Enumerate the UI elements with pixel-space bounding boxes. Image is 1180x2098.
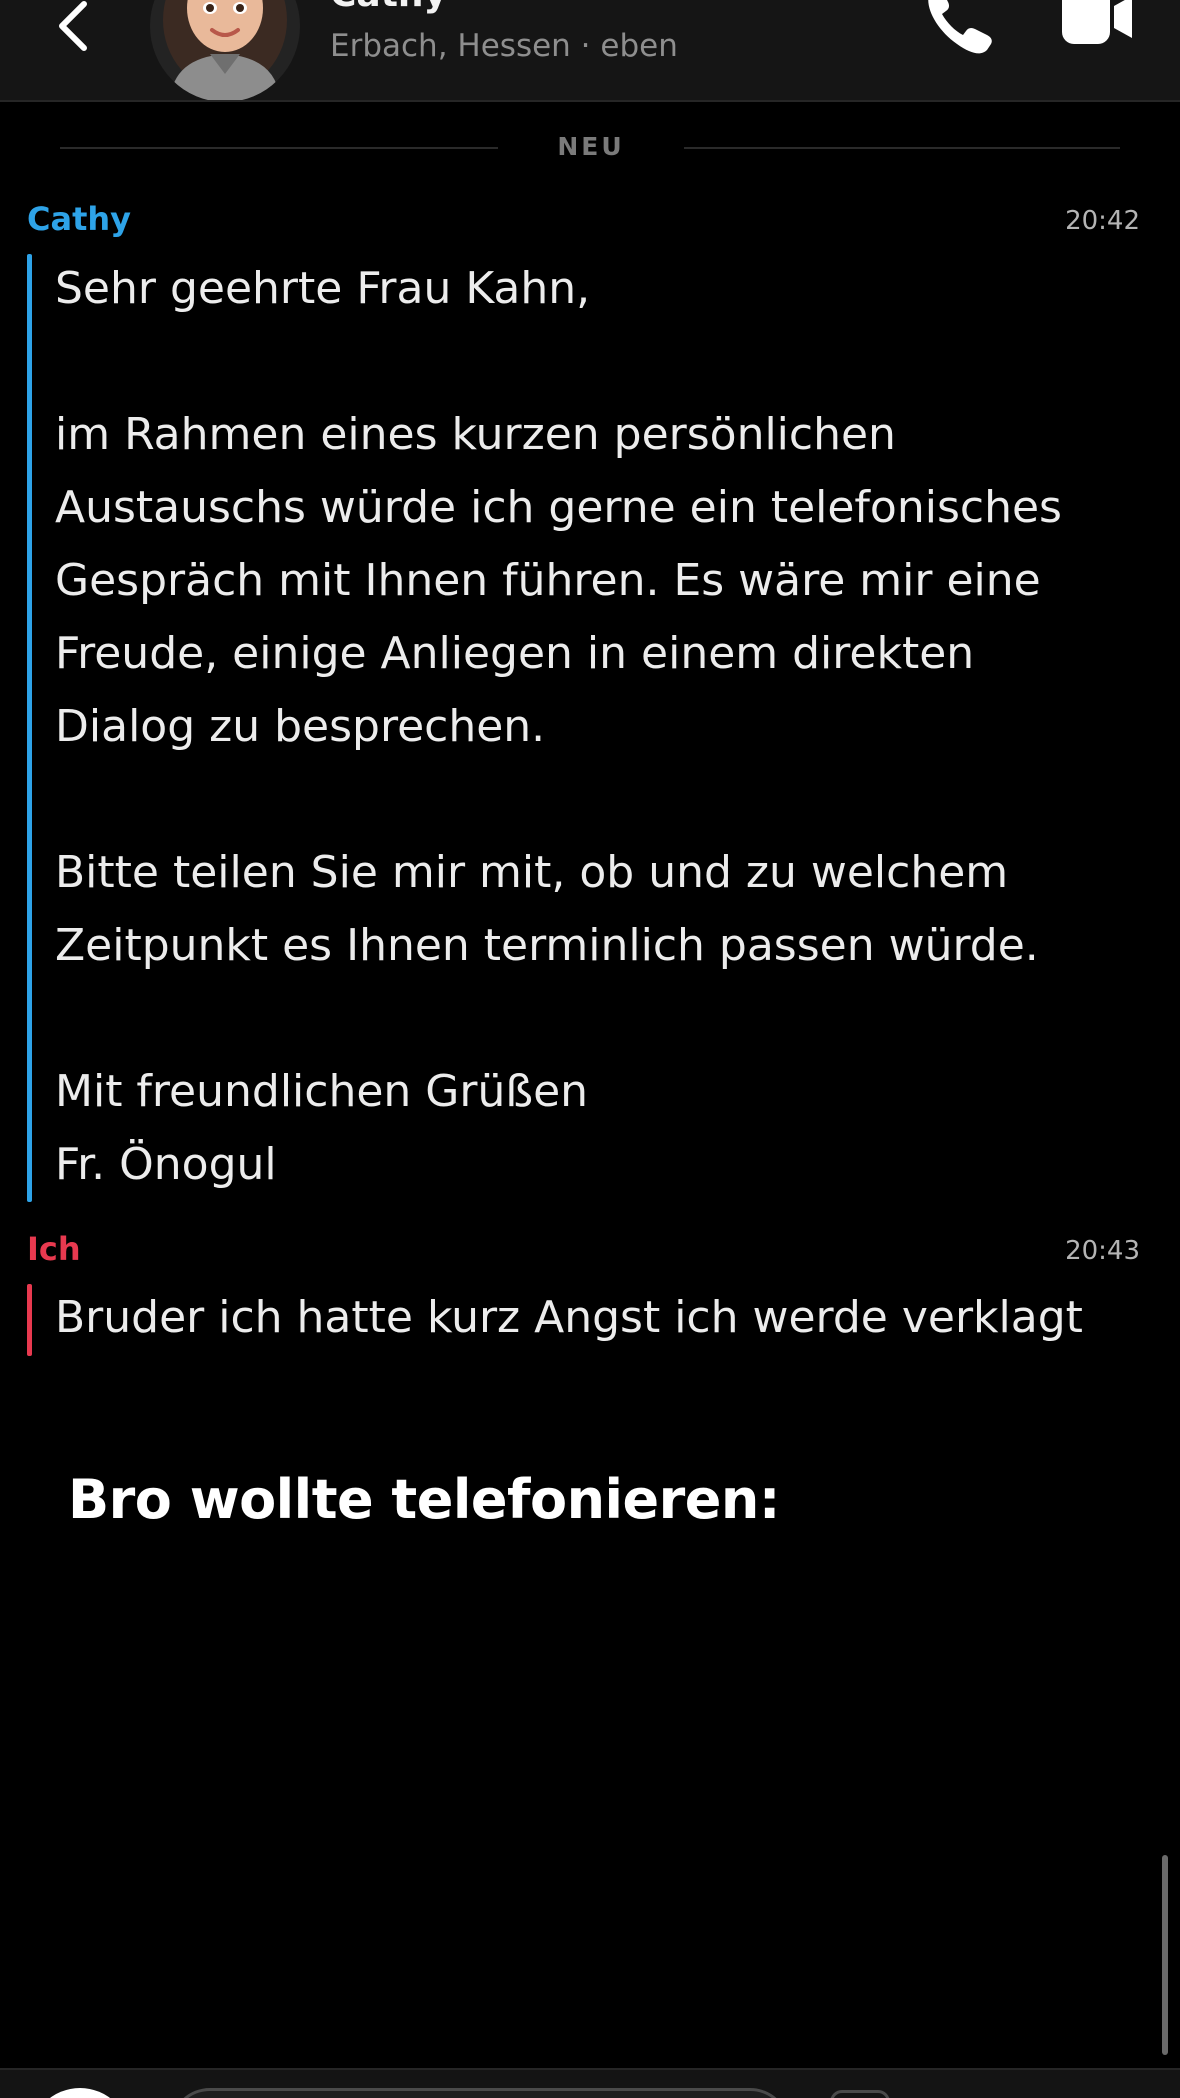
message-line: Bruder ich hatte kurz Angst ich werde ve…	[55, 1292, 1083, 1343]
message-accent-bar	[27, 1284, 32, 1356]
message-line: Zeitpunkt es Ihnen terminlich passen wür…	[55, 920, 1039, 971]
message-sender: Ich	[27, 1230, 81, 1268]
message-line	[55, 763, 1145, 836]
divider-line-right	[684, 147, 1120, 149]
video-caption: Bro wollte telefonieren:	[68, 1468, 780, 1531]
bitmoji-avatar-icon	[163, 0, 287, 100]
sticker-icon[interactable]	[830, 2090, 890, 2098]
camera-button[interactable]	[30, 2088, 130, 2098]
message-line	[55, 982, 1145, 1055]
message-line: Sehr geehrte Frau Kahn,	[55, 263, 591, 314]
message-timestamp: 20:43	[1065, 1236, 1140, 1266]
new-messages-divider: NEU	[557, 132, 625, 161]
message-line: im Rahmen eines kurzen persönlichen	[55, 409, 896, 460]
chevron-left-icon	[59, 1, 87, 51]
divider-line-left	[60, 147, 498, 149]
message-accent-bar	[27, 254, 32, 1202]
message-body[interactable]: Bruder ich hatte kurz Angst ich werde ve…	[55, 1281, 1145, 1354]
contact-status: Erbach, Hessen · eben	[330, 28, 678, 64]
scrollbar[interactable]	[1162, 1855, 1168, 2055]
message-line: Gespräch mit Ihnen führen. Es wäre mir e…	[55, 555, 1041, 606]
chat-header: Cathy Erbach, Hessen · eben	[0, 0, 1180, 102]
message-line: Dialog zu besprechen.	[55, 701, 546, 752]
contact-name[interactable]: Cathy	[330, 0, 447, 15]
chat-input[interactable]	[170, 2088, 790, 2098]
avatar[interactable]	[150, 0, 300, 100]
video-camera-icon	[1062, 0, 1132, 44]
message-line: Austauschs würde ich gerne ein telefonis…	[55, 482, 1062, 533]
phone-icon	[928, 0, 992, 54]
message-line: Mit freundlichen Grüßen	[55, 1066, 589, 1117]
message-timestamp: 20:42	[1065, 206, 1140, 236]
message-line: Freude, einige Anliegen in einem direkte…	[55, 628, 975, 679]
chat-screen: Cathy Erbach, Hessen · eben NEU Cathy 20…	[0, 0, 1180, 2098]
message-sender: Cathy	[27, 200, 132, 238]
message-line: Bitte teilen Sie mir mit, ob und zu welc…	[55, 847, 1009, 898]
message-line: Fr. Önogul	[55, 1139, 277, 1190]
back-button[interactable]	[50, 0, 100, 60]
video-call-button[interactable]	[1060, 0, 1135, 50]
call-button[interactable]	[915, 0, 995, 60]
chat-input-bar	[0, 2068, 1180, 2098]
message-line	[55, 325, 1145, 398]
message-body[interactable]: Sehr geehrte Frau Kahn, im Rahmen eines …	[55, 252, 1145, 1201]
